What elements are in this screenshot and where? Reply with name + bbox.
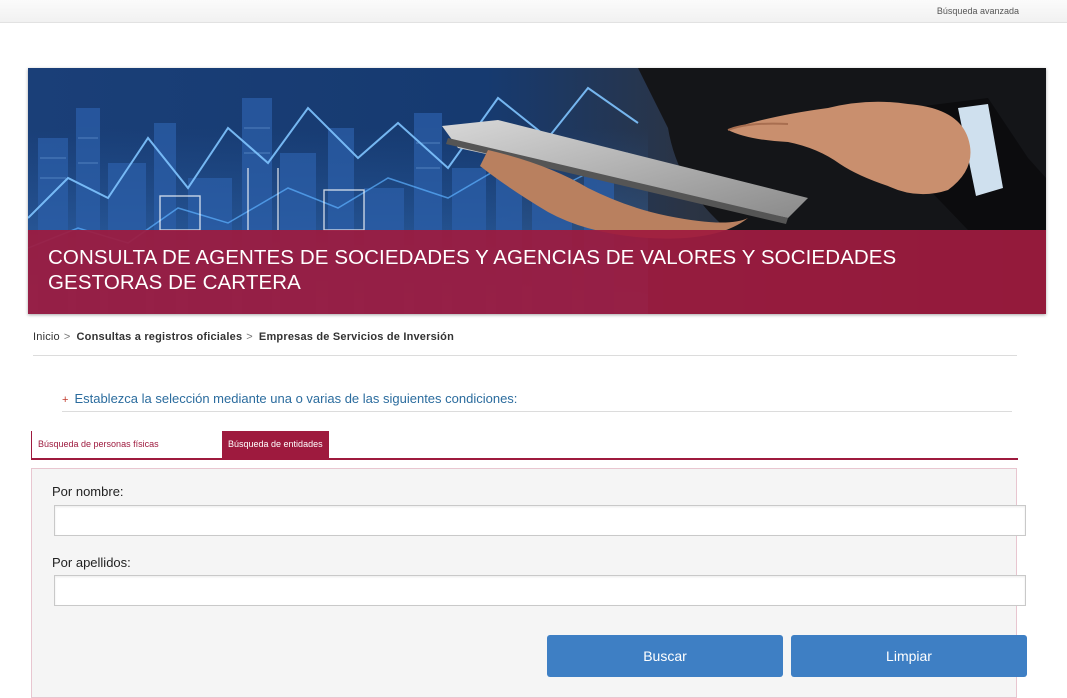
apellidos-field[interactable] xyxy=(54,575,1026,606)
apellidos-label: Por apellidos: xyxy=(52,555,131,570)
search-form-panel: Por nombre: Por apellidos: Buscar Limpia… xyxy=(31,468,1027,698)
banner-title-bar: CONSULTA DE AGENTES DE SOCIEDADES Y AGEN… xyxy=(28,230,1046,314)
top-bar: Búsqueda avanzada xyxy=(0,0,1067,23)
breadcrumb-separator: > xyxy=(63,331,71,343)
divider xyxy=(62,411,1012,412)
tab-entidades[interactable]: Búsqueda de entidades xyxy=(222,431,329,458)
instruction-text: + Establezca la selección mediante una o … xyxy=(62,391,517,406)
divider xyxy=(33,355,1017,356)
breadcrumb: Inicio > Consultas a registros oficiales > E… xyxy=(33,331,454,343)
breadcrumb-current: Empresas de Servicios de Inversión xyxy=(258,331,455,343)
nombre-field[interactable] xyxy=(54,505,1026,536)
header-banner: CONSULTA DE AGENTES DE SOCIEDADES Y AGEN… xyxy=(28,68,1046,314)
breadcrumb-inicio[interactable]: Inicio xyxy=(33,331,60,343)
clear-button[interactable]: Limpiar xyxy=(791,635,1027,677)
nombre-label: Por nombre: xyxy=(52,484,124,499)
instruction-label: Establezca la selección mediante una o v… xyxy=(74,391,518,406)
plus-icon: + xyxy=(62,394,69,406)
search-button[interactable]: Buscar xyxy=(547,635,783,677)
page-title: CONSULTA DE AGENTES DE SOCIEDADES Y AGEN… xyxy=(48,246,897,294)
breadcrumb-separator: > xyxy=(246,331,253,343)
tab-personas-fisicas[interactable]: Búsqueda de personas físicas xyxy=(31,431,165,458)
advanced-search-link[interactable]: Búsqueda avanzada xyxy=(937,6,1019,16)
breadcrumb-registros[interactable]: Consultas a registros oficiales xyxy=(77,331,243,343)
tabs-underline xyxy=(31,458,1018,460)
